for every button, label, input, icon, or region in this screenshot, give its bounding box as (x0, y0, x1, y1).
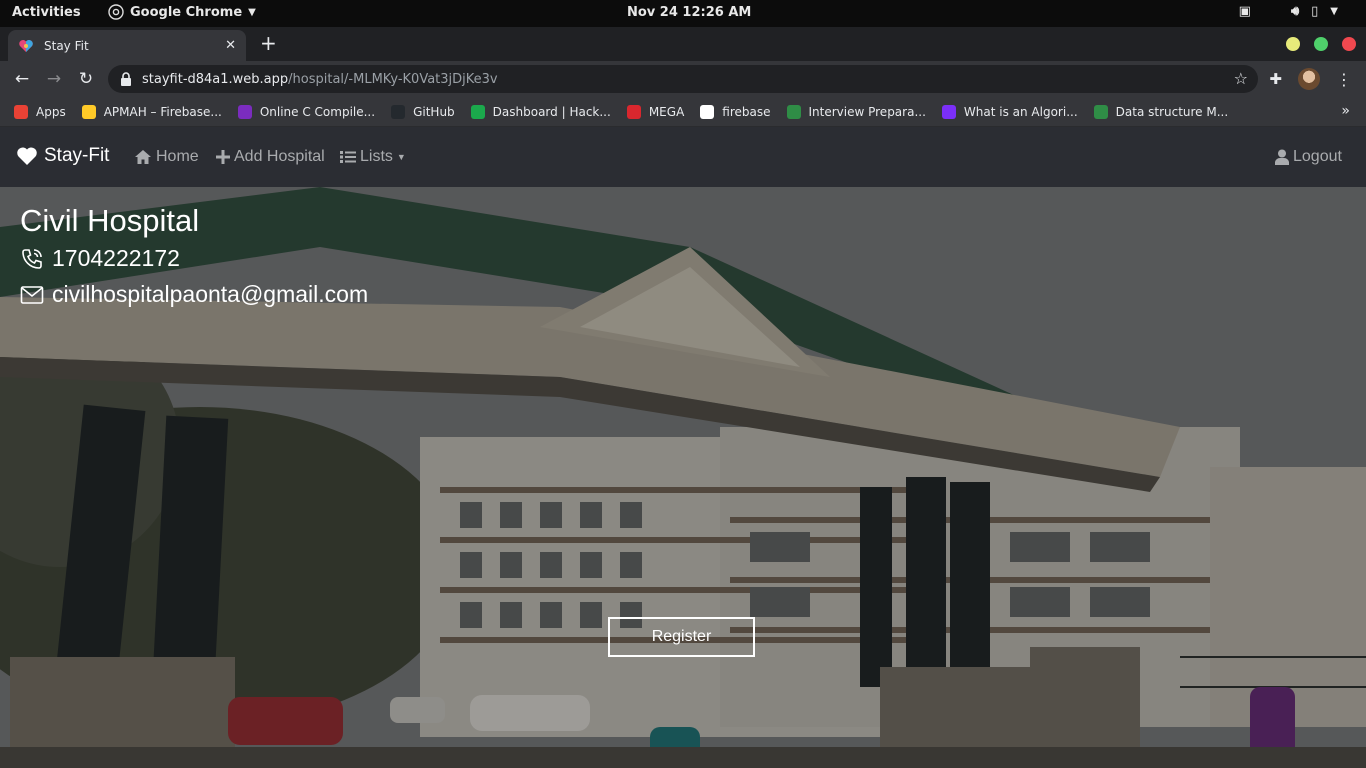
tab-strip: Stay Fit ✕ + (0, 27, 1366, 61)
lock-icon (121, 72, 131, 86)
stayfit-favicon-icon (19, 39, 33, 52)
bookmark-label: Interview Prepara... (808, 104, 926, 119)
chevron-down-icon: ▼ (248, 6, 256, 18)
bookmark-star-icon[interactable]: ☆ (1234, 69, 1248, 88)
system-tray[interactable]: ▣ 🔊︎ ▯ ▼ (1239, 4, 1338, 19)
gfg-circle-icon (1093, 104, 1108, 119)
firebase-icon (81, 104, 96, 119)
tab-title: Stay Fit (44, 38, 89, 53)
mail-icon (20, 285, 44, 304)
bookmark-label: firebase (722, 104, 771, 119)
bolt-icon (237, 104, 252, 119)
bookmark-label: Apps (36, 104, 66, 119)
plus-icon (216, 150, 230, 164)
nav-lists-label: Lists (360, 148, 393, 165)
clock[interactable]: Nov 24 12:26 AM (627, 5, 751, 20)
mega-icon (626, 104, 641, 119)
site-navbar: Stay-Fit Home Add Hospital Lists ▼ Logou… (0, 127, 1366, 187)
bookmark-label: What is an Algori... (963, 104, 1078, 119)
hospital-email: civilhospitalpaonta@gmail.com (20, 281, 368, 308)
bookmark-item[interactable]: APMAH – Firebase... (81, 104, 222, 119)
battery-icon: ▯ (1311, 4, 1319, 19)
chrome-icon (108, 4, 124, 20)
hospital-name: Civil Hospital (20, 203, 199, 239)
menu-icon[interactable]: ⋮ (1336, 70, 1352, 89)
apps-grid-icon (14, 104, 28, 119)
bookmarks-bar: Apps APMAH – Firebase... Online C Compile.… (0, 97, 1366, 127)
back-icon[interactable]: ← (11, 68, 33, 90)
nav-add-hospital-label: Add Hospital (234, 148, 325, 165)
hospital-phone-text: 1704222172 (52, 245, 180, 271)
question-icon (941, 104, 956, 119)
system-top-bar: Activities Google Chrome ▼ Nov 24 12:26 … (0, 0, 1366, 27)
bookmark-label: MEGA (648, 104, 685, 119)
brand-link[interactable]: Stay-Fit (16, 145, 109, 167)
address-bar[interactable]: stayfit-d84a1.web.app/hospital/-MLMKy-K0… (108, 65, 1258, 93)
bookmark-item[interactable]: Data structure M... (1093, 104, 1229, 119)
extensions-icon[interactable]: ✚ (1269, 70, 1282, 88)
bookmark-label: Online C Compile... (259, 104, 376, 119)
register-button[interactable]: Register (608, 617, 755, 657)
bookmark-label: GitHub (413, 104, 455, 119)
bookmark-item[interactable]: Online C Compile... (237, 104, 376, 119)
home-icon (135, 150, 151, 164)
list-icon (340, 151, 356, 163)
url-host: stayfit-d84a1.web.app (142, 71, 289, 87)
window-controls (1286, 37, 1356, 51)
bookmark-item[interactable]: GitHub (391, 104, 455, 119)
web-page: Stay-Fit Home Add Hospital Lists ▼ Logou… (0, 127, 1366, 768)
nav-add-hospital[interactable]: Add Hospital (216, 148, 325, 166)
url-path: /hospital/-MLMKy-K0Vat3jDjKe3v (288, 71, 498, 87)
toolbar-right: ✚ ⋮ (1269, 68, 1352, 90)
browser-tab[interactable]: Stay Fit ✕ (8, 30, 246, 61)
bookmark-item[interactable]: Interview Prepara... (786, 104, 926, 119)
globe-icon (700, 104, 715, 119)
bookmark-label: APMAH – Firebase... (103, 104, 222, 119)
volume-icon: 🔊︎ (1290, 4, 1300, 19)
more-bookmarks-icon[interactable]: » (1341, 103, 1350, 119)
display-icon: ▣ (1238, 4, 1251, 19)
hackerrank-icon (470, 104, 485, 119)
nav-home-label: Home (156, 148, 199, 165)
forward-icon[interactable]: → (43, 68, 65, 90)
hospital-name-text: Civil Hospital (20, 203, 200, 238)
phone-icon (22, 248, 42, 269)
bookmark-label: Dashboard | Hack... (492, 104, 611, 119)
hospital-photo (0, 187, 1366, 768)
bookmark-item[interactable]: Dashboard | Hack... (470, 104, 611, 119)
app-menu[interactable]: Google Chrome ▼ (108, 4, 256, 20)
caret-down-icon: ▼ (396, 152, 406, 162)
nav-home[interactable]: Home (134, 148, 199, 166)
brand-name: Stay-Fit (44, 145, 110, 166)
bookmark-item[interactable]: firebase (700, 104, 771, 119)
user-icon (1275, 149, 1289, 165)
nav-logout-label: Logout (1293, 148, 1342, 165)
maximize-button[interactable] (1314, 37, 1328, 51)
profile-avatar[interactable] (1298, 68, 1320, 90)
gfg-icon (786, 104, 801, 119)
bookmark-item[interactable]: What is an Algori... (941, 104, 1078, 119)
minimize-button[interactable] (1286, 37, 1300, 51)
hospital-email-text: civilhospitalpaonta@gmail.com (52, 281, 369, 307)
activities-button[interactable]: Activities (12, 5, 81, 20)
hospital-phone: 1704222172 (20, 245, 180, 272)
nav-lists-dropdown[interactable]: Lists ▼ (340, 148, 406, 166)
reload-icon[interactable]: ↻ (75, 68, 97, 90)
bookmark-item[interactable]: MEGA (626, 104, 685, 119)
close-window-button[interactable] (1342, 37, 1356, 51)
close-tab-icon[interactable]: ✕ (225, 38, 236, 53)
hospital-hero-image: Civil Hospital 1704222172 civilhospitalp… (0, 187, 1366, 768)
new-tab-button[interactable]: + (260, 31, 277, 55)
app-name: Google Chrome (130, 4, 243, 20)
github-icon (391, 104, 406, 119)
nav-logout[interactable]: Logout (1275, 148, 1342, 166)
chevron-down-icon: ▼ (1330, 6, 1338, 17)
browser-toolbar: ← → ↻ stayfit-d84a1.web.app/hospital/-ML… (0, 61, 1366, 97)
bookmark-item[interactable]: Apps (14, 104, 66, 119)
bookmark-label: Data structure M... (1115, 104, 1229, 119)
heart-icon (17, 147, 37, 165)
